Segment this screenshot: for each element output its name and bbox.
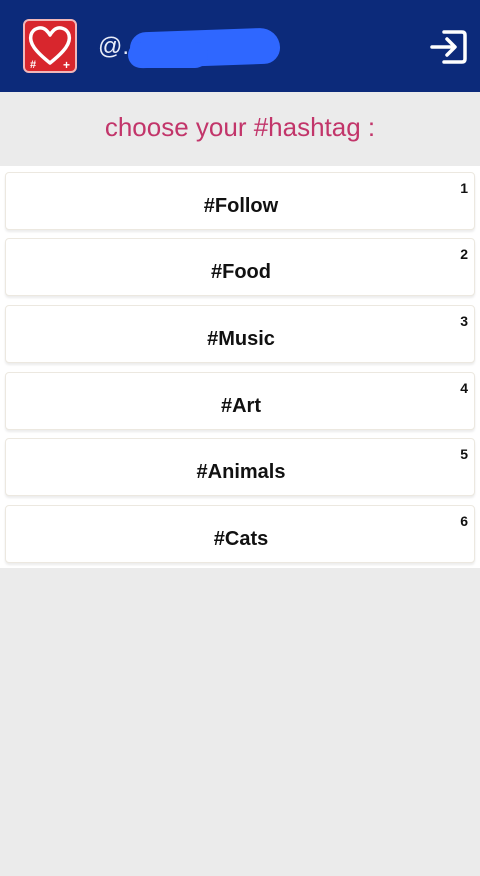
hashtag-number: 3	[460, 313, 468, 329]
hashtag-number: 2	[460, 246, 468, 262]
username-label: @.	[98, 33, 130, 60]
logout-button[interactable]	[428, 26, 470, 68]
app-header: # + @.	[0, 0, 480, 92]
hashtag-number: 5	[460, 446, 468, 462]
logo-hash: #	[30, 59, 36, 71]
hashtag-list: #Follow 1 #Food 2 #Music 3 #Art 4 #Anima…	[0, 166, 480, 568]
hashtag-item-art[interactable]: #Art 4	[5, 372, 475, 430]
heart-hashtag-plus-icon: # +	[28, 26, 72, 71]
hashtag-number: 4	[460, 380, 468, 396]
hashtag-item-animals[interactable]: #Animals 5	[5, 438, 475, 496]
hashtag-number: 6	[460, 513, 468, 529]
hashtag-label: #Music	[207, 328, 275, 350]
hashtag-label: #Cats	[213, 528, 269, 550]
hashtag-label: #Art	[220, 395, 261, 417]
logout-icon	[430, 30, 467, 64]
hashtag-label: #Follow	[203, 195, 279, 217]
hashtag-number: 1	[460, 180, 468, 196]
hashtag-item-follow[interactable]: #Follow 1	[5, 172, 475, 230]
redaction-mark	[128, 42, 208, 68]
logo-plus: +	[63, 58, 70, 71]
hashtag-item-cats[interactable]: #Cats 6	[5, 505, 475, 563]
hashtag-label: #Animals	[196, 461, 286, 483]
page-subtitle: choose your #hashtag :	[104, 112, 376, 142]
hashtag-item-music[interactable]: #Music 3	[5, 305, 475, 363]
hashtag-item-food[interactable]: #Food 2	[5, 238, 475, 296]
hashtag-label: #Food	[211, 261, 271, 283]
app-logo: # +	[23, 19, 77, 73]
